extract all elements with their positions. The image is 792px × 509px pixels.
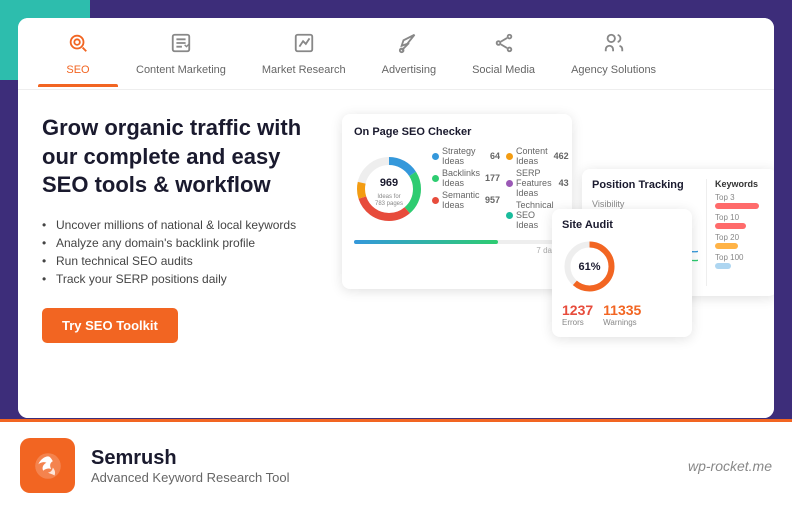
visibility-label: Visibility bbox=[592, 199, 698, 209]
donut-area: 969 Ideas for 783 pages Strategy Ideas64… bbox=[354, 146, 560, 232]
hero-headline: Grow organic traffic with our complete a… bbox=[42, 114, 322, 200]
tab-seo[interactable]: SEO bbox=[38, 22, 118, 86]
tab-social-media[interactable]: Social Media bbox=[454, 22, 553, 86]
feature-list: Uncover millions of national & local key… bbox=[42, 216, 322, 288]
semrush-logo-icon bbox=[32, 450, 64, 482]
feature-item-1: Uncover millions of national & local key… bbox=[42, 216, 322, 234]
tab-advertising-label: Advertising bbox=[382, 64, 436, 76]
tab-social-label: Social Media bbox=[472, 64, 535, 76]
svg-text:969: 969 bbox=[380, 177, 398, 189]
content-icon bbox=[170, 32, 192, 60]
plugin-icon-wrapper bbox=[20, 438, 75, 493]
kw-bar-top100: Top 100 bbox=[715, 253, 767, 269]
advertising-icon bbox=[398, 32, 420, 60]
keywords-column: Keywords Top 3 Top 10 Top 20 bbox=[707, 179, 767, 273]
audit-stats: 1237 Errors 11335 Warnings bbox=[562, 302, 682, 327]
svg-text:783 pages: 783 pages bbox=[375, 201, 403, 207]
svg-text:61%: 61% bbox=[578, 261, 600, 273]
audit-errors: 1237 bbox=[562, 302, 593, 318]
main-card: SEO Content Marketing bbox=[18, 18, 774, 418]
agency-icon bbox=[603, 32, 625, 60]
outer-wrapper: SEO Content Marketing bbox=[0, 0, 792, 509]
tab-navigation: SEO Content Marketing bbox=[18, 18, 774, 90]
keywords-title: Keywords bbox=[715, 179, 767, 189]
site-audit-card: Site Audit 61% 1237 Errors bbox=[552, 209, 692, 337]
tab-agency-label: Agency Solutions bbox=[571, 64, 656, 76]
kw-bar-top20: Top 20 bbox=[715, 233, 767, 249]
tab-content-label: Content Marketing bbox=[136, 64, 226, 76]
right-panel: On Page SEO Checker 969 Ideas for bbox=[342, 114, 750, 398]
progress-bar bbox=[354, 240, 560, 244]
audit-circle-svg: 61% bbox=[562, 239, 617, 294]
donut-chart-svg: 969 Ideas for 783 pages bbox=[354, 154, 424, 224]
tab-advertising[interactable]: Advertising bbox=[364, 22, 454, 86]
site-audit-title: Site Audit bbox=[562, 219, 682, 231]
content-area: Grow organic traffic with our complete a… bbox=[18, 90, 774, 418]
tab-agency[interactable]: Agency Solutions bbox=[553, 22, 674, 86]
legend-col-1: Strategy Ideas64 Backlinks Ideas177 Sema… bbox=[432, 146, 500, 232]
seo-icon bbox=[67, 32, 89, 60]
tab-seo-label: SEO bbox=[66, 64, 89, 76]
social-icon bbox=[493, 32, 515, 60]
kw-bar-top3: Top 3 bbox=[715, 193, 767, 209]
plugin-info: Semrush Advanced Keyword Research Tool bbox=[91, 447, 688, 485]
market-icon bbox=[293, 32, 315, 60]
tab-market-label: Market Research bbox=[262, 64, 346, 76]
audit-warnings: 11335 bbox=[603, 302, 641, 318]
position-tracking-title: Position Tracking bbox=[592, 179, 698, 191]
plugin-name: Semrush bbox=[91, 447, 688, 470]
cta-button[interactable]: Try SEO Toolkit bbox=[42, 308, 178, 343]
feature-item-3: Run technical SEO audits bbox=[42, 252, 322, 270]
on-page-seo-title: On Page SEO Checker bbox=[354, 126, 560, 138]
feature-item-2: Analyze any domain's backlink profile bbox=[42, 234, 322, 252]
left-panel: Grow organic traffic with our complete a… bbox=[42, 114, 342, 398]
tab-market-research[interactable]: Market Research bbox=[244, 22, 364, 86]
plugin-url: wp-rocket.me bbox=[688, 458, 772, 474]
tab-content-marketing[interactable]: Content Marketing bbox=[118, 22, 244, 86]
feature-item-4: Track your SERP positions daily bbox=[42, 270, 322, 288]
plugin-bar: Semrush Advanced Keyword Research Tool w… bbox=[0, 419, 792, 509]
svg-text:Ideas for: Ideas for bbox=[377, 194, 400, 200]
on-page-seo-card: On Page SEO Checker 969 Ideas for bbox=[342, 114, 572, 289]
kw-bar-top10: Top 10 bbox=[715, 213, 767, 229]
plugin-description: Advanced Keyword Research Tool bbox=[91, 470, 688, 485]
